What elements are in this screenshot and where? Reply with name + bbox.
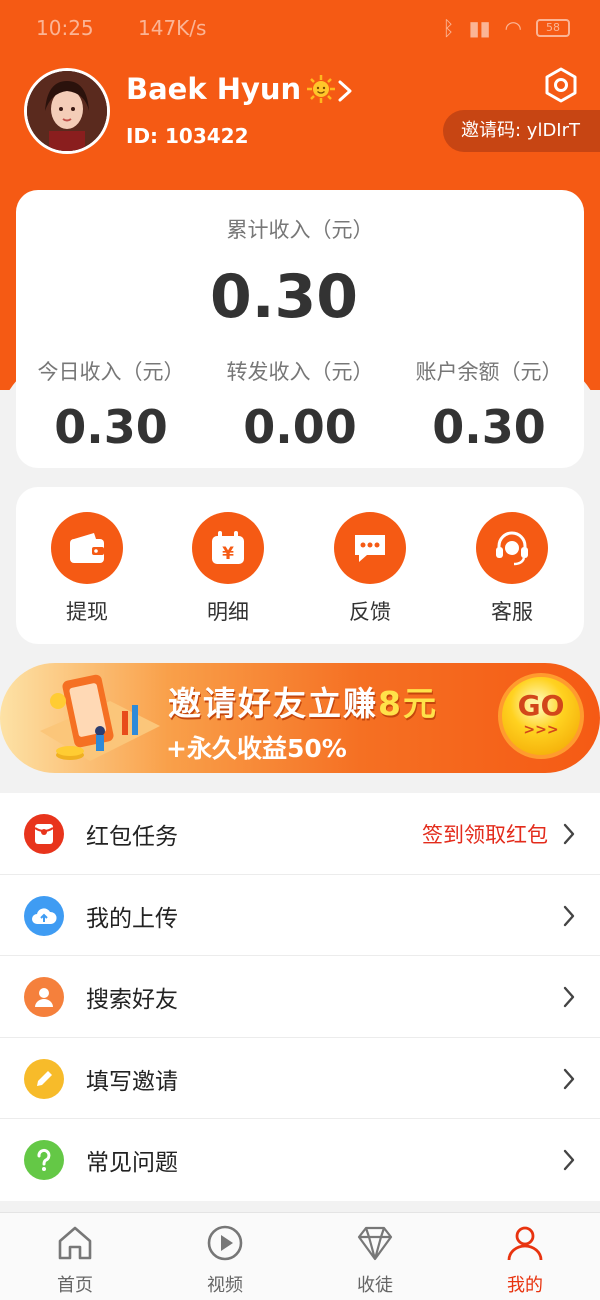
action-service[interactable]: 客服: [452, 512, 572, 626]
stat-today: 今日收入（元） 0.30: [16, 356, 206, 454]
status-time: 10:25: [36, 16, 94, 40]
phone-coins-illustration: [40, 674, 160, 761]
stat-forward: 转发收入（元） 0.00: [205, 356, 395, 454]
chat-bubble-icon: [334, 512, 406, 584]
calendar-yen-icon: ¥: [192, 512, 264, 584]
menu-item-red-envelope[interactable]: 红包任务 签到领取红包: [0, 793, 600, 875]
tab-home-label: 首页: [57, 1275, 93, 1296]
question-icon: [24, 1140, 64, 1181]
home-icon: [58, 1226, 92, 1260]
total-income-value: 0.30: [209, 262, 359, 332]
stat-today-label: 今日收入（元）: [37, 360, 185, 384]
person-icon: [507, 1226, 543, 1261]
tab-apprentice[interactable]: 收徒: [325, 1223, 425, 1297]
profile-name: Baek Hyun: [126, 72, 302, 106]
bluetooth-icon: ᛒ: [442, 16, 455, 40]
menu-label-invite-code: 填写邀请: [86, 1068, 178, 1095]
pencil-icon: [24, 1058, 64, 1099]
menu-label-uploads: 我的上传: [86, 905, 178, 932]
status-icons: ᛒ ▮▮ ◠ 58: [443, 16, 570, 40]
action-withdraw[interactable]: 提现: [27, 512, 147, 626]
invite-code-badge[interactable]: 邀请码: ylDIrT: [443, 110, 600, 152]
tab-mine-label: 我的: [507, 1275, 543, 1296]
chevron-right-icon: [563, 1068, 575, 1089]
status-network-speed: 147K/s: [138, 16, 207, 40]
banner-title-highlight: 8元: [378, 684, 438, 723]
user-id: ID: 103422: [126, 124, 249, 148]
banner-subtitle: +永久收益50%: [166, 734, 347, 763]
menu-label-search-friends: 搜索好友: [86, 987, 178, 1014]
actions-card: 提现 ¥ 明细 反馈 客服: [16, 487, 584, 644]
settings-icon[interactable]: [542, 66, 580, 104]
action-feedback-label: 反馈: [349, 600, 391, 624]
menu-item-faq[interactable]: 常见问题: [0, 1119, 600, 1201]
menu-label-red-envelope: 红包任务: [86, 824, 178, 850]
chevron-right-icon: [563, 1150, 575, 1171]
action-feedback[interactable]: 反馈: [310, 512, 430, 626]
stat-today-value: 0.30: [54, 400, 168, 454]
signal-icon: ▮▮: [468, 16, 491, 40]
total-income-label: 累计收入（元）: [226, 218, 374, 242]
wallet-icon: [51, 512, 123, 584]
chevron-right-icon: [563, 986, 575, 1008]
tab-home[interactable]: 首页: [25, 1223, 125, 1297]
go-arrows: >>>: [523, 722, 559, 738]
red-envelope-icon: [24, 814, 64, 854]
stat-balance: 账户余额（元） 0.30: [394, 356, 584, 454]
chevron-right-icon: [563, 823, 575, 845]
go-label: GO: [517, 689, 565, 722]
bottom-tab-bar: 首页 视频 收徒 我的: [0, 1212, 600, 1300]
menu-item-invite-code[interactable]: 填写邀请: [0, 1038, 600, 1120]
invite-banner[interactable]: 邀请好友立赚8元 +永久收益50% GO >>>: [0, 663, 600, 773]
tab-video-label: 视频: [207, 1275, 243, 1296]
avatar[interactable]: [24, 68, 110, 154]
banner-title: 邀请好友立赚8元: [168, 677, 438, 725]
menu-extra-signin: 签到领取红包: [422, 823, 548, 847]
menu-item-search-friends[interactable]: 搜索好友: [0, 956, 600, 1038]
action-service-label: 客服: [491, 600, 533, 624]
avatar-portrait: [27, 71, 107, 151]
tab-mine[interactable]: 我的: [475, 1223, 575, 1297]
headset-icon: [476, 512, 548, 584]
go-button[interactable]: GO >>>: [498, 673, 584, 759]
user-icon: [24, 977, 64, 1018]
svg-text:¥: ¥: [222, 544, 234, 564]
chevron-right-icon: [563, 905, 575, 926]
tab-apprentice-label: 收徒: [357, 1275, 393, 1296]
menu-item-uploads[interactable]: 我的上传: [0, 875, 600, 957]
cloud-upload-icon: [24, 895, 64, 936]
menu-label-faq: 常见问题: [86, 1150, 178, 1177]
action-withdraw-label: 提现: [66, 600, 108, 624]
diamond-icon: [357, 1226, 393, 1261]
chevron-right-icon[interactable]: [334, 78, 356, 104]
action-details[interactable]: ¥ 明细: [168, 512, 288, 626]
stat-forward-label: 转发收入（元）: [226, 360, 374, 384]
sun-icon: [307, 75, 336, 103]
action-details-label: 明细: [207, 600, 249, 624]
play-icon: [207, 1225, 243, 1261]
status-bar: 10:25 147K/s ᛒ ▮▮ ◠ 58: [0, 0, 600, 56]
profile-name-link[interactable]: Baek Hyun: [126, 72, 337, 106]
tab-video[interactable]: 视频: [175, 1223, 275, 1297]
battery-icon: 58: [536, 19, 570, 37]
menu-list: 红包任务 签到领取红包 我的上传 搜索好友 填写邀请 常见问题: [0, 793, 600, 1201]
wifi-icon: ◠: [504, 16, 522, 40]
stat-forward-value: 0.00: [243, 400, 357, 454]
stat-balance-value: 0.30: [432, 400, 546, 454]
banner-title-prefix: 邀请好友立赚: [168, 684, 378, 723]
stat-balance-label: 账户余额（元）: [415, 360, 563, 384]
